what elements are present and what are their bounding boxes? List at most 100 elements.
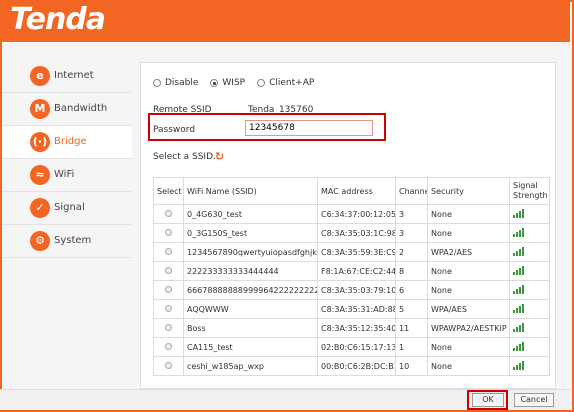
cell-signal xyxy=(509,242,550,262)
signal-bar xyxy=(513,252,515,256)
ssid-radio[interactable] xyxy=(165,323,172,331)
signal-bar xyxy=(516,231,518,237)
radio-button[interactable] xyxy=(153,79,161,87)
password-label: Password xyxy=(153,125,196,135)
table-row[interactable]: CA115_test 02:B0:C6:15:17:13 1 None xyxy=(153,337,550,357)
cancel-button[interactable]: Cancel xyxy=(514,393,554,407)
mode-option-label: Client+AP xyxy=(269,78,315,88)
cell-security: WPAWPA2/AESTKIP xyxy=(427,318,510,338)
sidebar-item-wifi[interactable]: ≈ WiFi xyxy=(2,159,132,192)
cell-channel: 2 xyxy=(395,242,428,262)
ssid-radio[interactable] xyxy=(165,342,172,350)
table-row[interactable]: Boss C8:3A:35:12:35:40 11 WPAWPA2/AESTKIP xyxy=(153,318,550,338)
signal-bar xyxy=(522,360,524,370)
mode-selector: Disable WISP Client+AP xyxy=(153,78,314,88)
signal-bar xyxy=(519,362,521,370)
signal-bar xyxy=(522,208,524,218)
table-row[interactable]: 0_3G150S_test C8:3A:35:03:1C:98 3 None xyxy=(153,223,550,243)
ssid-radio[interactable] xyxy=(165,266,172,274)
cell-signal xyxy=(509,261,550,281)
mode-option-wisp[interactable]: WISP xyxy=(210,78,245,88)
cell-signal xyxy=(509,280,550,300)
cell-channel: 1 xyxy=(395,337,428,357)
select-cell xyxy=(153,318,184,338)
signal-bar xyxy=(519,267,521,275)
bridge-panel: Disable WISP Client+AP Remote SSID Tenda_1… xyxy=(140,62,556,389)
select-cell xyxy=(153,356,184,376)
signal-bar xyxy=(522,322,524,332)
signal-bar xyxy=(513,309,515,313)
cell-security: WPA/AES xyxy=(427,299,510,319)
password-input[interactable] xyxy=(245,120,373,136)
refresh-icon[interactable]: ↻ xyxy=(215,150,224,163)
bridge-icon: (·) xyxy=(30,132,50,152)
ssid-radio[interactable] xyxy=(165,304,172,312)
table-row[interactable]: 0_4G630_test C6:34:37:00:12:05 3 None xyxy=(153,204,550,224)
cell-signal xyxy=(509,223,550,243)
col-channel: Channel xyxy=(395,177,428,205)
signal-bar xyxy=(522,284,524,294)
cell-mac: C8:3A:35:03:79:10 xyxy=(317,280,396,300)
ssid-radio[interactable] xyxy=(165,247,172,255)
sidebar-item-label: Bandwidth xyxy=(54,103,108,114)
sidebar-item-signal[interactable]: ✓ Signal xyxy=(2,192,132,225)
cell-mac: C8:3A:35:59:3E:C9 xyxy=(317,242,396,262)
table-row[interactable]: 1234567890qwertyuiopasdfghjkl... C8:3A:35… xyxy=(153,242,550,262)
signal-bar xyxy=(522,303,524,313)
sidebar-item-system[interactable]: ⚙ System xyxy=(2,225,132,258)
ssid-radio[interactable] xyxy=(165,361,172,369)
radio-button[interactable] xyxy=(210,79,219,87)
sidebar: e Internet M Bandwidth (·) Bridge ≈ WiFi ✓ Signal… xyxy=(2,60,132,258)
sidebar-item-bridge[interactable]: (·) Bridge xyxy=(2,126,132,159)
cell-signal xyxy=(509,356,550,376)
signal-bar xyxy=(513,271,515,275)
signal-bar xyxy=(516,250,518,256)
signal-strength-icon xyxy=(513,265,525,275)
table-row[interactable]: ceshi_w185ap_wxp 00:B0:C6:2B:DC:B1 10 None xyxy=(153,356,550,376)
col-signal: Signal Strength xyxy=(509,177,550,205)
table-row[interactable]: 222233333333444444 F8:1A:67:CE:C2:44 8 None xyxy=(153,261,550,281)
cell-signal xyxy=(509,204,550,224)
signal-bar xyxy=(513,290,515,294)
cell-channel: 3 xyxy=(395,223,428,243)
mode-option-label: Disable xyxy=(165,78,199,88)
signal-strength-icon xyxy=(513,341,525,351)
cell-mac: C8:3A:35:31:AD:88 xyxy=(317,299,396,319)
cell-security: None xyxy=(427,356,510,376)
wifi-icon: ≈ xyxy=(30,165,50,185)
mode-option-disable[interactable]: Disable xyxy=(153,78,198,88)
cell-channel: 8 xyxy=(395,261,428,281)
signal-strength-icon xyxy=(513,322,525,332)
ok-button[interactable]: OK xyxy=(472,393,504,407)
col-ssid: WiFi Name (SSID) xyxy=(183,177,318,205)
mode-option-client-ap[interactable]: Client+AP xyxy=(257,78,314,88)
ssid-scan-table: Select WiFi Name (SSID) MAC address Chan… xyxy=(153,177,550,376)
ssid-radio[interactable] xyxy=(165,285,172,293)
signal-strength-icon xyxy=(513,284,525,294)
table-row[interactable]: AQQWWW C8:3A:35:31:AD:88 5 WPA/AES xyxy=(153,299,550,319)
cell-security: None xyxy=(427,204,510,224)
mode-option-label: WISP xyxy=(222,78,246,88)
signal-bar xyxy=(522,246,524,256)
table-row[interactable]: 66678888888999964222222222... C8:3A:35:03… xyxy=(153,280,550,300)
cell-security: None xyxy=(427,261,510,281)
select-cell xyxy=(153,280,184,300)
signal-bar xyxy=(519,324,521,332)
radio-button[interactable] xyxy=(257,79,266,87)
cell-mac: 00:B0:C6:2B:DC:B1 xyxy=(317,356,396,376)
sidebar-item-internet[interactable]: e Internet xyxy=(2,60,132,93)
cell-signal xyxy=(509,318,550,338)
cell-channel: 5 xyxy=(395,299,428,319)
signal-bar xyxy=(513,214,515,218)
cell-signal xyxy=(509,299,550,319)
internet-icon: e xyxy=(30,66,50,86)
ssid-radio[interactable] xyxy=(165,209,172,217)
ssid-radio[interactable] xyxy=(165,228,172,236)
select-cell xyxy=(153,261,184,281)
cell-mac: 02:B0:C6:15:17:13 xyxy=(317,337,396,357)
signal-strength-icon xyxy=(513,227,525,237)
signal-bar xyxy=(519,248,521,256)
sidebar-item-bandwidth[interactable]: M Bandwidth xyxy=(2,93,132,126)
cell-ssid: CA115_test xyxy=(183,337,318,357)
signal-bar xyxy=(519,229,521,237)
